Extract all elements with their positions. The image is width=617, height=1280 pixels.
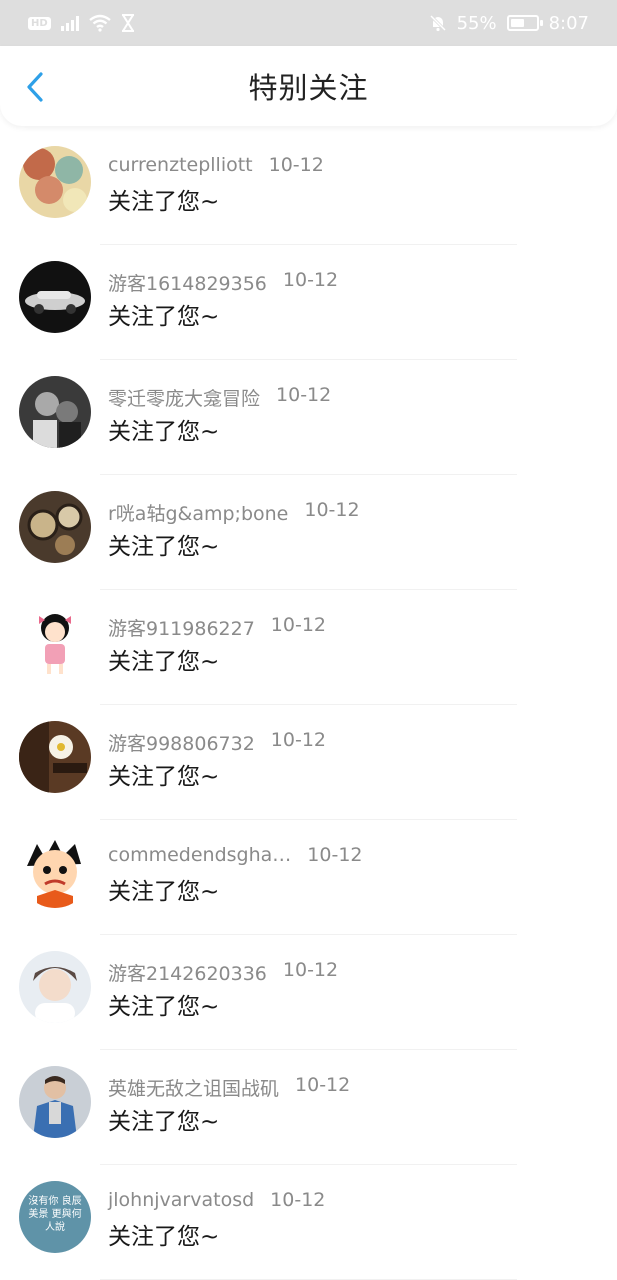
- message: 关注了您~: [108, 1224, 220, 1250]
- chevron-left-icon: [27, 72, 43, 102]
- back-button[interactable]: [18, 70, 52, 104]
- message: 关注了您~: [108, 1109, 220, 1135]
- list-item[interactable]: 游客1614829356 10-12 关注了您~: [0, 245, 617, 360]
- item-meta: 零迁零庞大龛冒险 10-12: [108, 384, 331, 411]
- username[interactable]: 游客2142620336: [108, 959, 267, 986]
- list-item[interactable]: 游客2142620336 10-12 关注了您~: [0, 935, 617, 1050]
- message: 关注了您~: [108, 304, 220, 330]
- date: 10-12: [270, 729, 327, 751]
- username[interactable]: 英雄无敌之诅国战矶: [108, 1074, 279, 1101]
- battery-icon: [506, 15, 543, 31]
- list-item[interactable]: 游客911986227 10-12 关注了您~: [0, 590, 617, 705]
- username[interactable]: commedendsgha…: [108, 844, 291, 866]
- message: 关注了您~: [108, 189, 220, 215]
- date: 10-12: [295, 1074, 351, 1096]
- avatar[interactable]: [19, 951, 91, 1023]
- item-meta: jlohnjvarvatosd 10-12: [108, 1189, 325, 1211]
- signal-icon: [60, 15, 79, 31]
- follower-list: currenzteplliott 10-12 关注了您~ 游客161482935…: [0, 130, 617, 1280]
- list-item[interactable]: 游客998806732 10-12 关注了您~: [0, 705, 617, 820]
- list-item[interactable]: commedendsgha… 10-12 关注了您~: [0, 820, 617, 935]
- date: 10-12: [307, 844, 363, 866]
- bell-muted-icon: [429, 14, 446, 32]
- item-meta: 游客2142620336 10-12: [108, 959, 338, 986]
- hourglass-icon: [121, 14, 134, 32]
- date: 10-12: [268, 154, 324, 176]
- item-meta: commedendsgha… 10-12: [108, 844, 363, 866]
- message: 关注了您~: [108, 419, 220, 445]
- avatar[interactable]: [19, 376, 91, 448]
- battery-percent: 55%: [456, 12, 497, 34]
- clock: 8:07: [548, 12, 589, 34]
- date: 10-12: [276, 384, 332, 406]
- message: 关注了您~: [108, 534, 220, 560]
- item-meta: currenzteplliott 10-12: [108, 154, 324, 176]
- date: 10-12: [282, 269, 339, 291]
- status-bar: HD 55% 8:07: [0, 0, 617, 46]
- list-item[interactable]: 零迁零庞大龛冒险 10-12 关注了您~: [0, 360, 617, 475]
- avatar-text: 沒有你 良辰美景 更與何人說: [28, 1196, 82, 1233]
- status-right: 55% 8:07: [429, 13, 589, 34]
- avatar[interactable]: [19, 261, 91, 333]
- avatar[interactable]: [19, 606, 91, 678]
- username[interactable]: r咣a轱g&amp;bone: [108, 499, 288, 526]
- hd-badge: HD: [28, 16, 51, 30]
- avatar[interactable]: [19, 836, 91, 908]
- avatar[interactable]: 沒有你 良辰美景 更與何人說: [19, 1181, 91, 1253]
- avatar[interactable]: [19, 491, 91, 563]
- date: 10-12: [270, 1189, 326, 1211]
- avatar[interactable]: [19, 146, 91, 218]
- list-item[interactable]: r咣a轱g&amp;bone 10-12 关注了您~: [0, 475, 617, 590]
- username[interactable]: jlohnjvarvatosd: [108, 1189, 254, 1211]
- wifi-icon: [88, 14, 111, 32]
- item-meta: 英雄无敌之诅国战矶 10-12: [108, 1074, 350, 1101]
- date: 10-12: [282, 959, 339, 981]
- username[interactable]: 零迁零庞大龛冒险: [108, 384, 260, 411]
- username[interactable]: 游客911986227: [108, 614, 255, 641]
- date: 10-12: [304, 499, 360, 521]
- list-item[interactable]: currenzteplliott 10-12 关注了您~: [0, 130, 617, 245]
- message: 关注了您~: [108, 649, 220, 675]
- avatar[interactable]: [19, 1066, 91, 1138]
- item-meta: 游客998806732 10-12: [108, 729, 326, 756]
- username[interactable]: currenzteplliott: [108, 154, 253, 176]
- nav-bar: 特别关注: [0, 46, 617, 126]
- username[interactable]: 游客1614829356: [108, 269, 267, 296]
- item-meta: r咣a轱g&amp;bone 10-12: [108, 499, 360, 526]
- date: 10-12: [270, 614, 327, 636]
- status-left: HD: [28, 14, 135, 32]
- item-meta: 游客911986227 10-12: [108, 614, 326, 641]
- message: 关注了您~: [108, 764, 220, 790]
- page-title: 特别关注: [248, 71, 369, 105]
- username[interactable]: 游客998806732: [108, 729, 255, 756]
- list-item[interactable]: 沒有你 良辰美景 更與何人說 jlohnjvarvatosd 10-12 关注了…: [0, 1165, 617, 1280]
- list-item[interactable]: 英雄无敌之诅国战矶 10-12 关注了您~: [0, 1050, 617, 1165]
- message: 关注了您~: [108, 879, 220, 905]
- item-meta: 游客1614829356 10-12: [108, 269, 338, 296]
- message: 关注了您~: [108, 994, 220, 1020]
- avatar[interactable]: [19, 721, 91, 793]
